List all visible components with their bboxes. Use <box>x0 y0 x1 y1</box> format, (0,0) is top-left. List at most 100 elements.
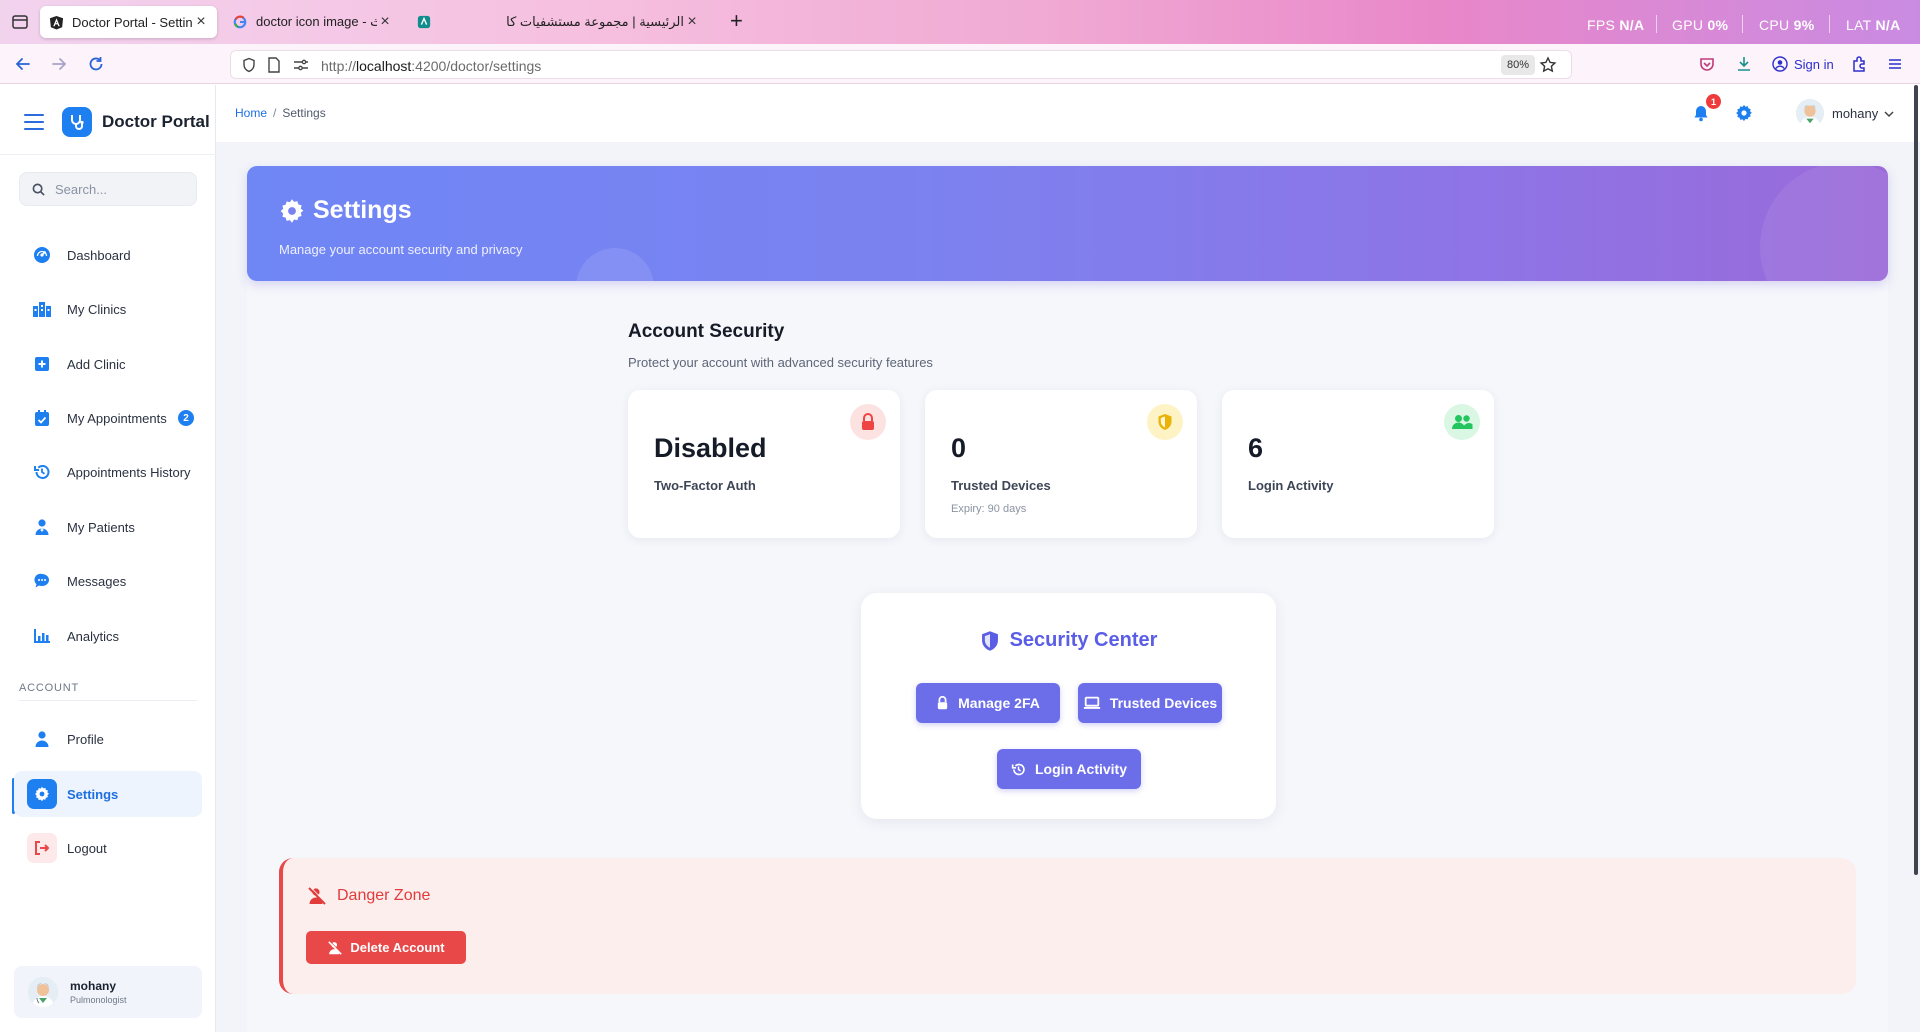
security-center-title-text: Security Center <box>1009 629 1158 651</box>
sidebar-item-dashboard[interactable]: Dashboard <box>14 232 202 278</box>
tab-title: doctor icon image - بحث Google <box>256 14 377 29</box>
sidebar-item-analytics[interactable]: Analytics <box>14 613 202 659</box>
stat-value: 6 <box>1248 433 1264 463</box>
avatar <box>1796 99 1824 127</box>
profile-icon <box>32 729 52 749</box>
stethoscope-logo-icon <box>62 107 92 137</box>
lock-icon <box>937 696 948 710</box>
account-section-label: ACCOUNT <box>19 682 79 694</box>
app-root: Doctor Portal Dashboard My Clinics Add C… <box>0 85 1920 1032</box>
sidebar-item-label: Dashboard <box>67 247 131 263</box>
sidebar-item-my-appointments[interactable]: My Appointments <box>14 395 202 441</box>
dashboard-icon <box>32 245 52 265</box>
messages-icon <box>32 571 52 591</box>
page-scrollbar[interactable] <box>1914 85 1918 875</box>
sidebar-item-settings[interactable]: Settings <box>14 771 202 817</box>
close-tab-icon[interactable]: × <box>377 13 393 31</box>
sidebar-item-add-clinic[interactable]: Add Clinic <box>14 341 202 387</box>
bookmark-star-icon[interactable] <box>1539 56 1557 79</box>
search-icon <box>32 183 45 196</box>
settings-header-banner: Settings Manage your account security an… <box>247 166 1888 281</box>
permissions-icon[interactable] <box>293 58 309 77</box>
sidebar-item-my-clinics[interactable]: My Clinics <box>14 286 202 332</box>
perf-divider <box>1742 15 1743 33</box>
sidebar-item-label: Add Clinic <box>67 356 126 372</box>
sidebar-item-my-patients[interactable]: My Patients <box>14 504 202 550</box>
account-security-title: Account Security <box>628 321 785 342</box>
url-text[interactable]: http://localhost:4200/doctor/settings <box>321 58 541 74</box>
danger-zone-title: Danger Zone <box>307 887 430 905</box>
stat-label: Two-Factor Auth <box>654 478 756 493</box>
browser-tab-settings[interactable]: Doctor Portal - Settings × <box>40 6 217 38</box>
manage-2fa-button[interactable]: Manage 2FA <box>916 683 1060 723</box>
appointments-count-badge: 2 <box>178 410 194 426</box>
fps-readout: FPS N/A <box>1587 17 1645 33</box>
shield-tracking-icon[interactable] <box>241 57 257 78</box>
zoom-level[interactable]: 80% <box>1501 55 1536 75</box>
sign-in-button[interactable]: Sign in <box>1772 56 1834 72</box>
button-label: Login Activity <box>1034 761 1128 777</box>
button-label: Trusted Devices <box>1109 695 1218 711</box>
back-icon[interactable] <box>13 54 33 74</box>
sidebar-search[interactable] <box>19 172 197 206</box>
user-menu[interactable]: mohany <box>1796 99 1894 127</box>
tab-list-icon[interactable] <box>10 12 30 32</box>
user-role: Pulmonologist <box>70 995 127 1005</box>
gear-icon[interactable] <box>1735 104 1755 124</box>
sidebar-item-logout[interactable]: Logout <box>14 825 202 871</box>
brand-name[interactable]: Doctor Portal <box>102 112 210 132</box>
browser-tab-hospital[interactable]: الرئيسية | مجموعة مستشفيات كا × <box>408 6 708 38</box>
pocket-icon[interactable] <box>1697 54 1717 74</box>
delete-account-button[interactable]: Delete Account <box>306 931 466 964</box>
sidebar-user-card[interactable]: mohany Pulmonologist <box>14 966 202 1018</box>
breadcrumb-home-link[interactable]: Home <box>235 106 267 120</box>
trusted-devices-button[interactable]: Trusted Devices <box>1078 683 1222 723</box>
forward-icon[interactable] <box>49 54 69 74</box>
avatar <box>28 977 58 1007</box>
stat-value: 0 <box>951 433 967 463</box>
sidebar-item-appointments-history[interactable]: Appointments History <box>14 449 202 495</box>
new-tab-button[interactable]: + <box>730 10 743 32</box>
page-title: Settings <box>279 196 412 225</box>
add-icon <box>32 354 52 374</box>
sidebar-item-profile[interactable]: Profile <box>14 716 202 762</box>
search-input[interactable] <box>55 181 185 197</box>
hamburger-menu-icon[interactable] <box>24 114 44 130</box>
notification-count-badge: 1 <box>1706 94 1721 109</box>
reload-icon[interactable] <box>86 54 106 74</box>
menu-icon[interactable] <box>1885 54 1905 74</box>
sidebar-item-label: My Clinics <box>67 301 127 317</box>
url-bar[interactable]: http://localhost:4200/doctor/settings 80… <box>230 50 1572 79</box>
close-tab-icon[interactable]: × <box>684 13 700 31</box>
perf-divider <box>1656 15 1657 33</box>
user-remove-icon <box>308 887 327 905</box>
google-icon <box>232 14 248 30</box>
sidebar-item-label: Analytics <box>67 628 120 644</box>
login-activity-button[interactable]: Login Activity <box>997 749 1141 789</box>
history-icon <box>32 462 52 482</box>
stat-value: Disabled <box>654 433 767 463</box>
page-info-icon[interactable] <box>267 57 281 78</box>
logout-icon <box>27 833 57 863</box>
sidebar-item-label: Appointments History <box>67 464 191 480</box>
sidebar-item-messages[interactable]: Messages <box>14 558 202 604</box>
sidebar-item-label: Profile <box>67 731 104 747</box>
close-tab-icon[interactable]: × <box>193 13 209 31</box>
decorative-circle <box>576 248 654 281</box>
main-content: Settings Manage your account security an… <box>247 166 1888 1032</box>
cpu-readout: CPU 9% <box>1759 17 1815 33</box>
clinics-icon <box>32 299 52 319</box>
security-center-card: Security Center Manage 2FA Trusted Devic… <box>861 593 1276 819</box>
chevron-down-icon <box>1884 106 1894 121</box>
user-name: mohany <box>70 979 117 993</box>
download-icon[interactable] <box>1734 54 1754 74</box>
extensions-icon[interactable] <box>1849 54 1869 74</box>
button-label: Manage 2FA <box>958 695 1040 711</box>
user-remove-icon <box>328 940 343 955</box>
page-subtitle: Manage your account security and privacy <box>279 242 523 257</box>
browser-tab-google[interactable]: doctor icon image - بحث Google × <box>224 6 401 38</box>
users-icon <box>1444 404 1480 440</box>
breadcrumb: Home / Settings <box>235 106 326 120</box>
decorative-circle <box>1760 166 1888 281</box>
sidebar: Doctor Portal Dashboard My Clinics Add C… <box>0 85 216 1032</box>
